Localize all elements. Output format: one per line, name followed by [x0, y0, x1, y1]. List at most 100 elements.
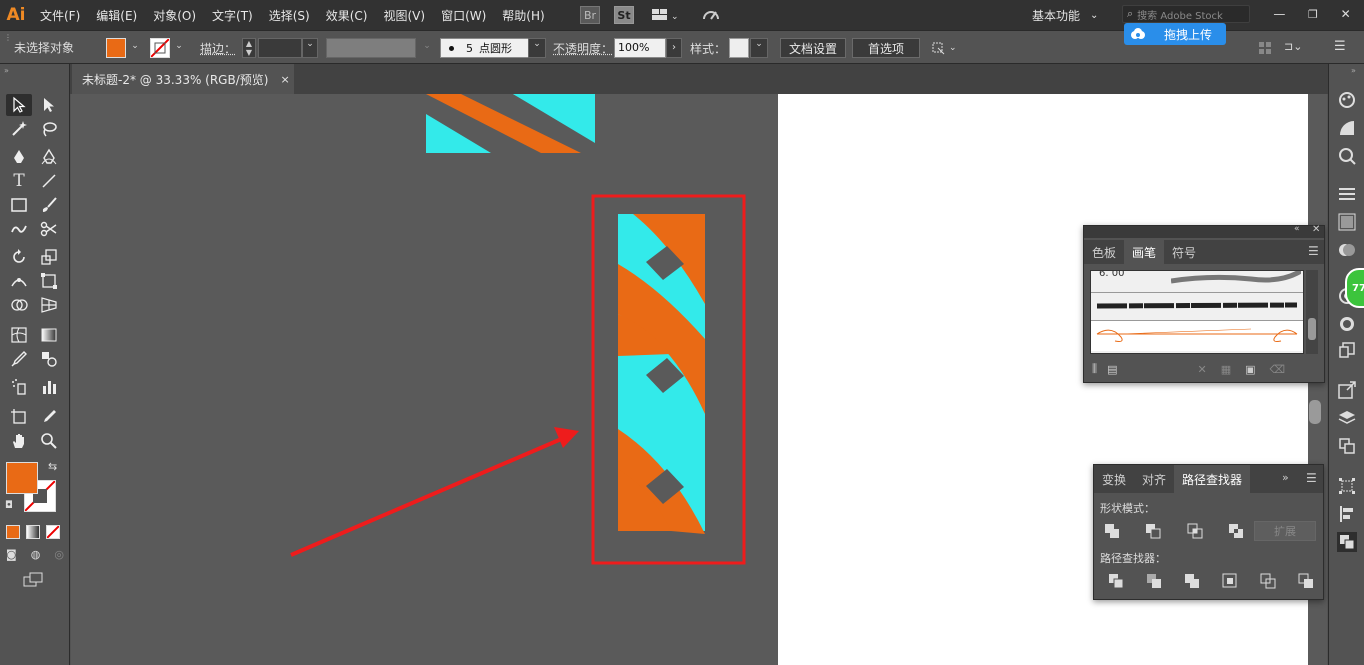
default-colors-icon[interactable]: ◘ — [5, 500, 13, 511]
appearance-icon[interactable] — [1337, 146, 1357, 166]
unite-icon[interactable] — [1104, 523, 1120, 541]
shape-builder-tool-icon[interactable] — [6, 294, 32, 316]
minus-back-icon[interactable] — [1298, 573, 1314, 591]
draw-inside-icon[interactable]: ◎ — [54, 548, 64, 564]
perspective-grid-tool-icon[interactable] — [36, 294, 62, 316]
eyedropper-tool-icon[interactable] — [6, 348, 32, 370]
panel-menu-icon[interactable]: ☰ — [1308, 244, 1319, 258]
close-icon[interactable]: ✕ — [1341, 7, 1351, 21]
lasso-tool-icon[interactable] — [36, 118, 62, 140]
brush-list-scrollbar[interactable] — [1306, 270, 1318, 354]
brush-libraries-menu-icon[interactable]: ▤ — [1107, 363, 1117, 376]
transparency-icon[interactable] — [1337, 240, 1357, 260]
twisted-rope-shape[interactable] — [618, 214, 705, 534]
graphic-style-swatch[interactable] — [729, 38, 749, 58]
merge-icon[interactable] — [1184, 573, 1200, 591]
direct-selection-tool-icon[interactable] — [36, 94, 62, 116]
shaper-tool-icon[interactable] — [6, 218, 32, 240]
blend-tool-icon[interactable] — [36, 348, 62, 370]
free-transform-tool-icon[interactable] — [36, 270, 62, 292]
tab-symbols[interactable]: 符号 — [1164, 240, 1204, 264]
asset-export-icon[interactable] — [1337, 436, 1357, 456]
artboards-icon[interactable] — [1337, 340, 1357, 360]
menu-help[interactable]: 帮助(H) — [502, 7, 544, 24]
expand-dock-icon[interactable]: » — [1351, 66, 1356, 75]
brush-item-charcoal[interactable] — [1091, 293, 1304, 321]
brush-item-arrow[interactable] — [1091, 321, 1304, 351]
delete-brush-icon[interactable]: ⌫ — [1270, 363, 1286, 376]
expand-button[interactable]: 扩展 — [1254, 521, 1316, 541]
exclude-icon[interactable] — [1228, 523, 1244, 541]
workspace-switcher[interactable]: 基本功能 ⌄ — [1032, 6, 1098, 24]
preferences-button[interactable]: 首选项 — [852, 38, 920, 58]
brush-options-icon[interactable]: ▦ — [1221, 363, 1231, 376]
canvas-scrollbar-thumb[interactable] — [1309, 400, 1321, 424]
width-tool-icon[interactable] — [6, 270, 32, 292]
chevron-down-icon[interactable]: ⌄ — [302, 38, 318, 58]
chevron-down-icon[interactable]: ⌄ — [128, 41, 142, 51]
pen-tool-icon[interactable] — [6, 146, 32, 168]
stroke-panel-icon[interactable] — [1337, 184, 1357, 204]
stroke-swatch[interactable] — [150, 38, 170, 58]
magic-wand-tool-icon[interactable] — [6, 118, 32, 140]
tab-swatches[interactable]: 色板 — [1084, 240, 1124, 264]
scissors-tool-icon[interactable] — [36, 218, 62, 240]
intersect-icon[interactable] — [1187, 523, 1203, 541]
gradient-mode-icon[interactable] — [26, 525, 40, 539]
color-guide-icon[interactable] — [1337, 90, 1357, 110]
menu-effect[interactable]: 效果(C) — [326, 7, 368, 24]
chevron-right-icon[interactable]: › — [666, 38, 682, 58]
gpu-performance-icon[interactable] — [700, 6, 722, 24]
divide-icon[interactable] — [1108, 573, 1124, 591]
minus-front-icon[interactable] — [1145, 523, 1161, 541]
tab-pathfinder[interactable]: 路径查找器 — [1174, 465, 1250, 493]
slice-tool-icon[interactable] — [36, 406, 62, 428]
hand-tool-icon[interactable] — [6, 430, 32, 452]
expand-tools-icon[interactable]: » — [4, 66, 9, 75]
chevron-down-icon[interactable]: ⌄ — [172, 41, 186, 51]
artboard-tool-icon[interactable] — [6, 406, 32, 428]
arrange-documents-icon[interactable]: ⌄ — [648, 6, 684, 24]
tab-transform[interactable]: 变换 — [1094, 467, 1134, 491]
menu-edit[interactable]: 编辑(E) — [96, 7, 137, 24]
menu-object[interactable]: 对象(O) — [153, 7, 196, 24]
remove-brush-stroke-icon[interactable]: ✕ — [1197, 363, 1206, 376]
outline-icon[interactable] — [1260, 573, 1276, 591]
column-graph-tool-icon[interactable] — [36, 376, 62, 398]
control-menu-icon[interactable]: ☰ — [1334, 39, 1354, 55]
collapse-icon[interactable]: « — [1294, 224, 1300, 234]
color-mode-icon[interactable] — [6, 525, 20, 539]
transform-options-icon[interactable]: ⊐⌄ — [1284, 40, 1308, 56]
bridge-button[interactable]: Br — [580, 6, 600, 24]
upload-badge[interactable]: 拖拽上传 — [1124, 23, 1226, 45]
document-setup-button[interactable]: 文档设置 — [780, 38, 846, 58]
trim-icon[interactable] — [1146, 573, 1162, 591]
stock-button[interactable]: St — [614, 6, 634, 24]
line-tool-icon[interactable] — [36, 170, 62, 192]
restore-icon[interactable]: ❐ — [1308, 8, 1318, 21]
variable-width-profile[interactable] — [326, 38, 416, 58]
fill-swatch[interactable] — [106, 38, 126, 58]
align-options-icon[interactable]: ⌄ — [930, 39, 964, 57]
tab-align[interactable]: 对齐 — [1134, 467, 1174, 491]
menu-select[interactable]: 选择(S) — [269, 7, 310, 24]
pathfinder-panel-icon[interactable] — [1337, 532, 1357, 552]
selection-tool-icon[interactable] — [6, 94, 32, 116]
layers-icon[interactable] — [1337, 408, 1357, 428]
gradient-panel-icon[interactable] — [1337, 212, 1357, 232]
new-brush-icon[interactable]: ▣ — [1245, 363, 1255, 376]
draw-behind-icon[interactable]: ◍ — [31, 548, 41, 564]
brush-item-calligraphic[interactable]: 6. 00 — [1091, 271, 1304, 293]
close-tab-icon[interactable]: × — [280, 73, 289, 86]
panel-menu-icon[interactable]: ☰ — [1306, 471, 1317, 485]
expand-panel-icon[interactable]: » — [1282, 471, 1289, 484]
floating-badge[interactable]: 77 — [1345, 268, 1364, 308]
draw-normal-icon[interactable]: ◙ — [6, 548, 17, 564]
chevron-down-icon[interactable]: ⌄ — [420, 41, 434, 51]
graphic-styles-icon[interactable] — [1337, 314, 1357, 334]
transform-panel-icon[interactable] — [1337, 476, 1357, 496]
type-tool-icon[interactable]: T — [6, 170, 32, 192]
isolate-icon[interactable] — [1258, 41, 1272, 55]
rotate-tool-icon[interactable] — [6, 246, 32, 268]
document-tab[interactable]: 未标题-2* @ 33.33% (RGB/预览) × — [72, 64, 294, 94]
